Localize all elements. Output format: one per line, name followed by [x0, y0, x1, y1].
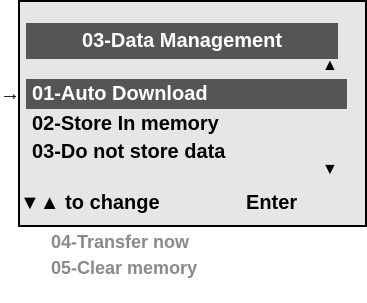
menu-title: 03-Data Management — [81, 30, 283, 52]
menu-item-label: 01-Auto Download — [32, 83, 208, 105]
menu-footer: ▼▲ to change Enter — [0, 186, 345, 220]
menu-item-label: 03-Do not store data — [32, 141, 226, 163]
offscreen-item-clear-memory: 05-Clear memory — [51, 258, 198, 278]
offscreen-item-transfer-now: 04-Transfer now — [51, 232, 190, 252]
scroll-down-icon[interactable]: ▼ — [322, 162, 338, 178]
enter-button[interactable]: Enter — [246, 186, 297, 220]
menu-title-bar: 03-Data Management — [26, 23, 338, 59]
menu-item-label: 02-Store In memory — [32, 113, 219, 135]
device-display: → 03-Data Management ▲ 01-Auto Download … — [0, 0, 367, 303]
change-hint[interactable]: ▼▲ to change — [20, 186, 160, 220]
scroll-up-icon[interactable]: ▲ — [322, 58, 338, 74]
menu-item-store-in-memory[interactable]: 02-Store In memory — [26, 109, 219, 139]
cursor-arrow-icon: → — [0, 83, 20, 105]
menu-item-auto-download[interactable]: 01-Auto Download — [26, 79, 347, 109]
menu-item-do-not-store-data[interactable]: 03-Do not store data — [26, 137, 225, 167]
